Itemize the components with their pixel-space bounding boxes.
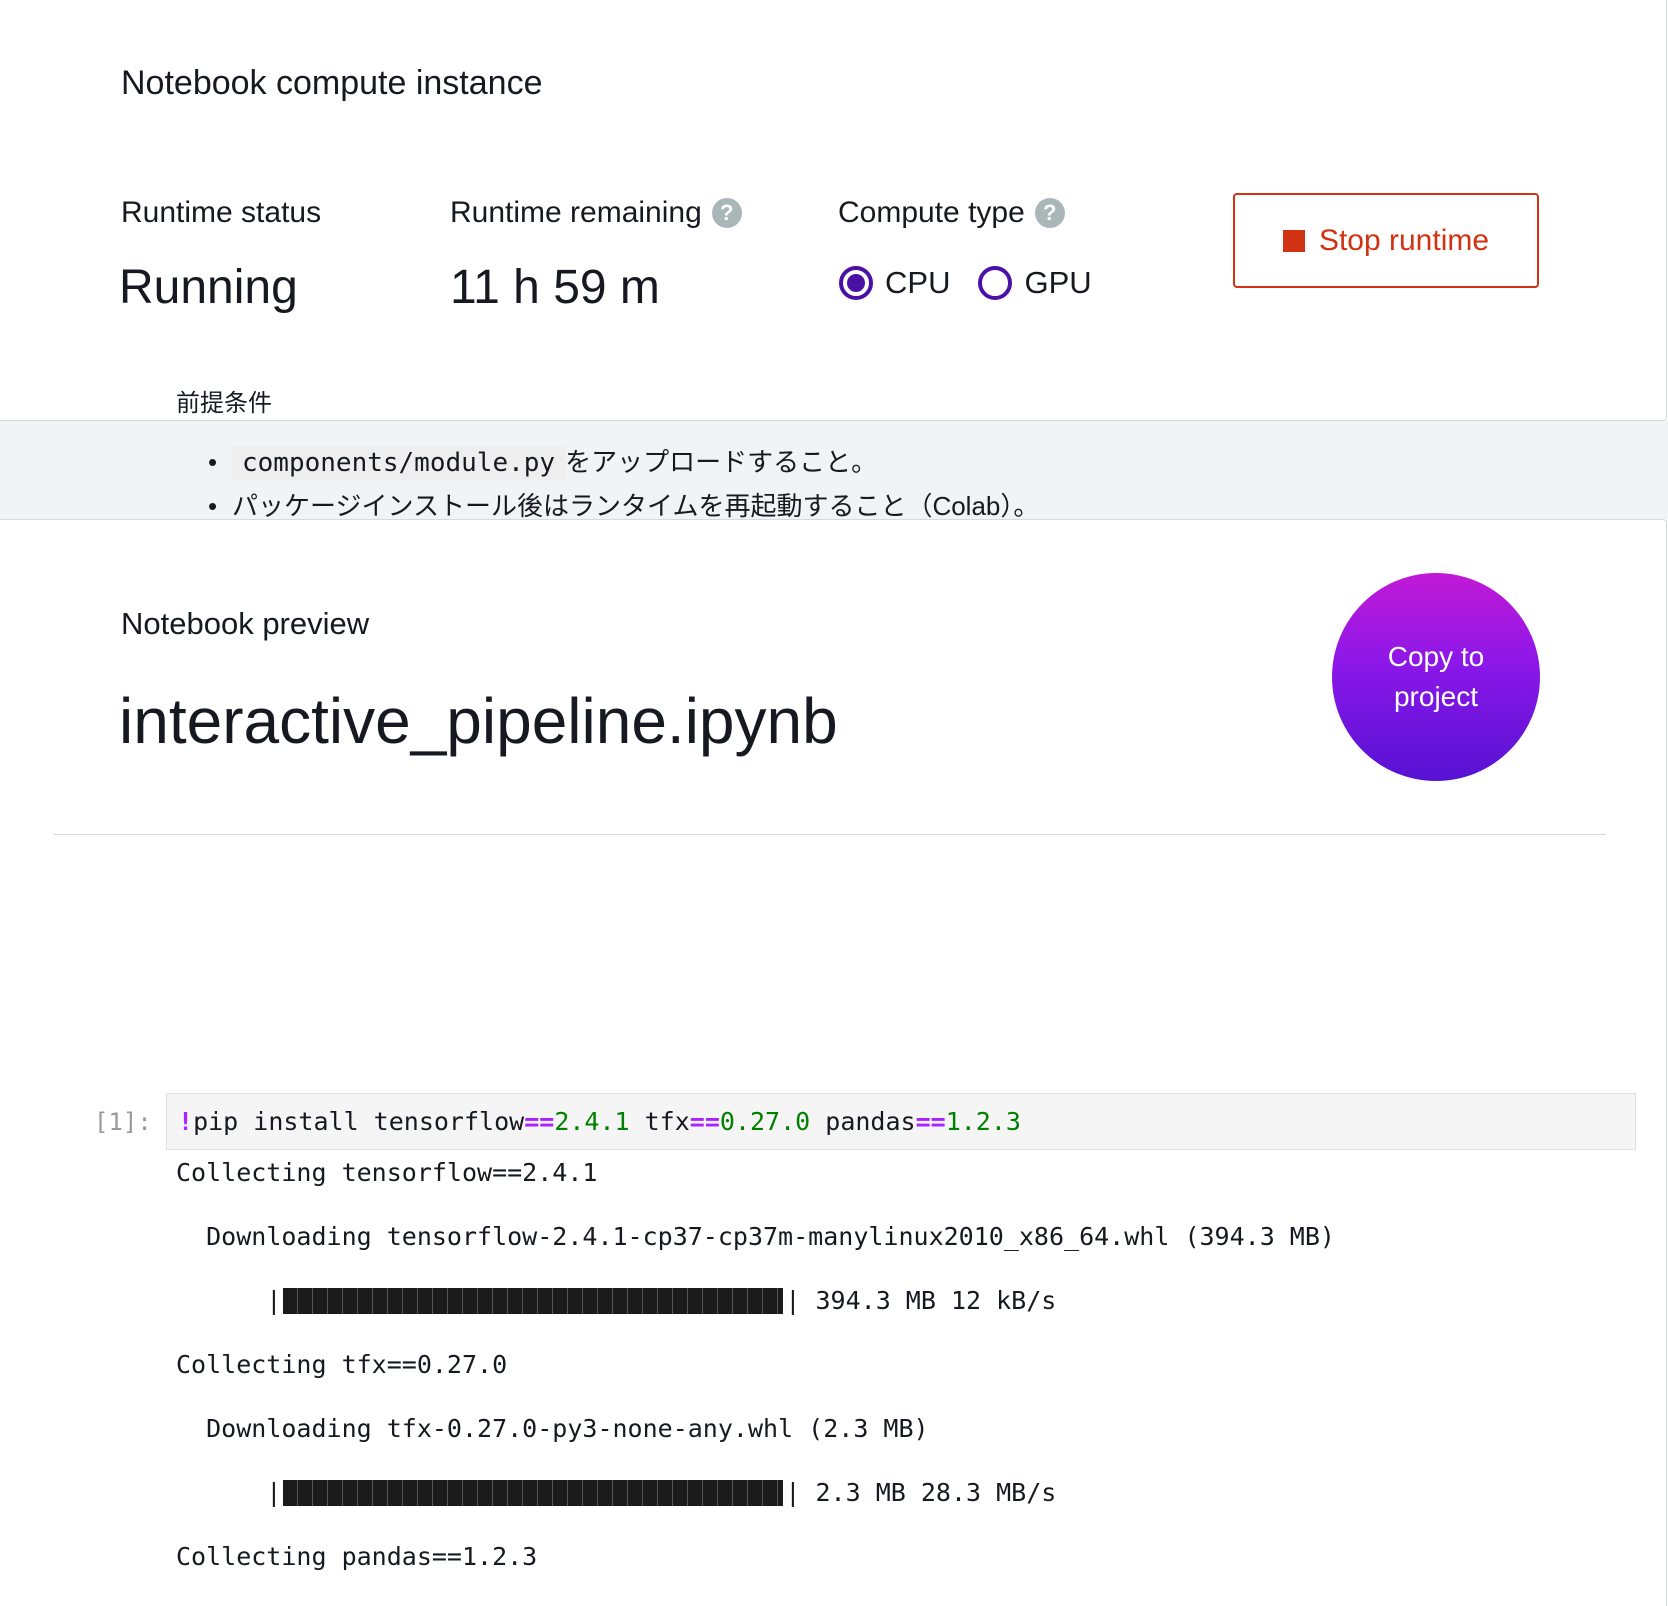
copy-to-project-button[interactable]: Copy to project: [1332, 573, 1540, 781]
runtime-status-label-text: Runtime status: [121, 196, 322, 229]
runtime-remaining-label: Runtime remaining ?: [450, 196, 742, 230]
compute-type-radio-cpu[interactable]: CPU: [839, 265, 950, 301]
notebook-filename: interactive_pipeline.ipynb: [119, 685, 838, 757]
output-line: Collecting pandas==1.2.3: [176, 1542, 537, 1571]
runtime-remaining-value: 11 h 59 m: [450, 261, 660, 314]
code-token: pip install tensorflow: [193, 1107, 525, 1136]
progress-bar: [283, 1287, 784, 1314]
progress-bar-fill: [283, 1287, 784, 1314]
runtime-status-label: Runtime status: [121, 196, 321, 230]
copy-to-project-label: Copy to project: [1387, 641, 1485, 712]
stop-runtime-label: Stop runtime: [1318, 223, 1490, 257]
compute-panel-title: Notebook compute instance: [121, 64, 543, 102]
runtime-remaining-help-icon[interactable]: ?: [711, 198, 742, 228]
stop-runtime-button[interactable]: Stop runtime: [1233, 193, 1539, 288]
radio-gpu-label: GPU: [1024, 265, 1092, 300]
output-text: Downloading tfx-0.27.0-py3-none-any.whl …: [206, 1414, 929, 1443]
notebook-page: Notebook compute instance Runtime status…: [0, 0, 1668, 1606]
cell-prompt: [1]:: [94, 1108, 152, 1136]
output-text: Collecting tensorflow==2.4.1: [176, 1158, 598, 1187]
radio-unselected-icon[interactable]: [978, 266, 1013, 300]
progress-text: 2.3 MB 28.3 MB/s: [800, 1478, 1057, 1507]
compute-type-help-icon[interactable]: ?: [1034, 198, 1065, 228]
progress-text: 394.3 MB 12 kB/s: [800, 1286, 1057, 1315]
progress-bar-left-edge: |: [266, 1286, 282, 1315]
code-token: 2.4.1: [554, 1107, 630, 1136]
stop-icon: [1282, 229, 1305, 252]
code-token: ==: [524, 1107, 555, 1136]
output-line: Downloading tensorflow-2.4.1-cp37-cp37m-…: [176, 1222, 1335, 1251]
code-token: pandas: [810, 1107, 916, 1136]
runtime-remaining-label-text: Runtime remaining: [450, 196, 702, 229]
output-text: Downloading tensorflow-2.4.1-cp37-cp37m-…: [206, 1222, 1335, 1251]
code-token: tfx: [629, 1107, 690, 1136]
runtime-status-value: Running: [119, 261, 298, 314]
compute-type-radio-group: CPU GPU: [839, 265, 1092, 301]
radio-cpu-label: CPU: [885, 265, 951, 300]
inline-code: components/module.py: [232, 446, 566, 480]
markdown-heading: 前提条件: [176, 390, 272, 417]
prerequisite-text: をアップロードすること。: [565, 447, 878, 477]
code-token: ==: [915, 1107, 946, 1136]
compute-type-label-text: Compute type: [838, 196, 1025, 229]
compute-type-radio-gpu[interactable]: GPU: [978, 265, 1092, 301]
prerequisite-text: パッケージインストール後はランタイムを再起動すること（Colab）。: [232, 491, 1040, 521]
output-line: Collecting tensorflow==2.4.1: [176, 1158, 597, 1187]
progress-bar-right-edge: |: [785, 1478, 801, 1507]
code-token: !: [178, 1107, 194, 1136]
progress-line: | | 394.3 MB 12 kB/s: [176, 1286, 1056, 1315]
progress-bar-left-edge: |: [266, 1478, 282, 1507]
prerequisite-item: パッケージインストール後はランタイムを再起動すること（Colab）。: [176, 484, 1039, 528]
code-cell-input[interactable]: ! pip install tensorflow == 2.4.1 tfx == 0.27…: [166, 1093, 1636, 1150]
progress-bar-fill: [283, 1479, 784, 1506]
output-text: Collecting pandas==1.2.3: [176, 1542, 538, 1571]
code-token: 0.27.0: [719, 1107, 811, 1136]
progress-bar-right-edge: |: [785, 1286, 801, 1315]
compute-type-label: Compute type ?: [838, 196, 1065, 230]
prerequisite-list: components/module.pyをアップロードすること。パッケージインス…: [176, 440, 1039, 528]
output-line: Downloading tfx-0.27.0-py3-none-any.whl …: [176, 1414, 929, 1443]
prerequisite-item: components/module.pyをアップロードすること。: [176, 440, 1039, 484]
code-token: ==: [689, 1107, 720, 1136]
preview-divider: [54, 834, 1606, 835]
radio-dot-icon: [847, 274, 865, 292]
output-text: Collecting tfx==0.27.0: [176, 1350, 508, 1379]
output-line: Collecting tfx==0.27.0: [176, 1350, 507, 1379]
code-token: 1.2.3: [945, 1107, 1021, 1136]
notebook-preview-label: Notebook preview: [121, 606, 370, 641]
progress-bar: [283, 1479, 784, 1506]
radio-selected-icon[interactable]: [839, 266, 873, 300]
progress-line: | | 2.3 MB 28.3 MB/s: [176, 1478, 1056, 1507]
compute-instance-panel: Notebook compute instance Runtime status…: [0, 0, 1667, 421]
